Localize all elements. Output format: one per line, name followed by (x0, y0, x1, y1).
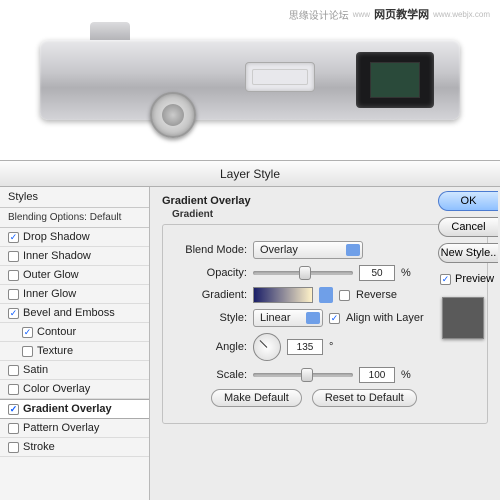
sidebar-item-label: Bevel and Emboss (23, 307, 115, 319)
angle-dial[interactable] (253, 333, 281, 361)
sidebar-checkbox[interactable] (8, 251, 19, 262)
sidebar-checkbox[interactable] (22, 327, 33, 338)
opacity-thumb[interactable] (299, 266, 311, 280)
sidebar-item-label: Pattern Overlay (23, 422, 99, 434)
scale-thumb[interactable] (301, 368, 313, 382)
sidebar-checkbox[interactable] (8, 289, 19, 300)
layer-style-dialog: Layer Style Styles Blending Options: Def… (0, 160, 500, 500)
angle-deg: ° (329, 341, 333, 353)
sidebar-item-label: Satin (23, 364, 48, 376)
reset-default-button[interactable]: Reset to Default (312, 389, 417, 407)
camera-flash-icon (245, 62, 315, 92)
new-style-button[interactable]: New Style.. (438, 243, 498, 263)
sidebar-checkbox[interactable] (8, 270, 19, 281)
sidebar-item-stroke[interactable]: Stroke (0, 438, 149, 457)
sidebar-header[interactable]: Styles (0, 187, 149, 208)
sidebar-item-inner-glow[interactable]: Inner Glow (0, 285, 149, 304)
sidebar-item-bevel-and-emboss[interactable]: Bevel and Emboss (0, 304, 149, 323)
scale-pct: % (401, 369, 411, 381)
sidebar-item-label: Texture (37, 345, 73, 357)
style-select[interactable]: Linear (253, 309, 323, 327)
sidebar-checkbox[interactable] (22, 346, 33, 357)
sidebar-checkbox[interactable] (8, 442, 19, 453)
ok-button[interactable]: OK (438, 191, 498, 211)
styles-sidebar: Styles Blending Options: Default Drop Sh… (0, 187, 150, 500)
make-default-button[interactable]: Make Default (211, 389, 302, 407)
preview-checkbox[interactable] (440, 274, 451, 285)
sidebar-checkbox[interactable] (8, 423, 19, 434)
align-label: Align with Layer (346, 312, 424, 324)
sidebar-item-label: Color Overlay (23, 383, 90, 395)
preview-swatch (442, 297, 484, 339)
angle-label: Angle: (175, 341, 247, 353)
sidebar-item-pattern-overlay[interactable]: Pattern Overlay (0, 419, 149, 438)
sidebar-item-contour[interactable]: Contour (0, 323, 149, 342)
camera-dial-icon (150, 92, 196, 138)
watermark-sep: www (353, 10, 370, 19)
sidebar-checkbox[interactable] (8, 404, 19, 415)
sidebar-item-label: Inner Shadow (23, 250, 91, 262)
sidebar-item-label: Outer Glow (23, 269, 79, 281)
sidebar-checkbox[interactable] (8, 232, 19, 243)
watermark-cn1: 思缘设计论坛 (289, 7, 349, 22)
opacity-value[interactable]: 50 (359, 265, 395, 281)
opacity-slider[interactable] (253, 271, 353, 275)
sidebar-item-texture[interactable]: Texture (0, 342, 149, 361)
sidebar-item-outer-glow[interactable]: Outer Glow (0, 266, 149, 285)
dialog-title: Layer Style (0, 161, 500, 187)
reverse-checkbox[interactable] (339, 290, 350, 301)
sidebar-item-label: Contour (37, 326, 76, 338)
align-checkbox[interactable] (329, 313, 340, 324)
gradient-dropdown-icon[interactable] (319, 287, 333, 303)
reverse-label: Reverse (356, 289, 397, 301)
sidebar-item-label: Gradient Overlay (23, 403, 112, 415)
watermark: 思缘设计论坛 www 网页教学网 www.webjx.com (289, 6, 490, 22)
camera-illustration (0, 0, 500, 160)
camera-body (40, 40, 460, 120)
opacity-pct: % (401, 267, 411, 279)
gradient-swatch[interactable] (253, 287, 313, 303)
sidebar-item-label: Inner Glow (23, 288, 76, 300)
sidebar-checkbox[interactable] (8, 308, 19, 319)
dialog-right-column: OK Cancel New Style.. Preview (438, 191, 500, 339)
scale-slider[interactable] (253, 373, 353, 377)
scale-label: Scale: (175, 369, 247, 381)
scale-value[interactable]: 100 (359, 367, 395, 383)
sidebar-subheader[interactable]: Blending Options: Default (0, 208, 149, 228)
blend-mode-label: Blend Mode: (175, 244, 247, 256)
blend-mode-select[interactable]: Overlay (253, 241, 363, 259)
watermark-cn2: 网页教学网 (374, 6, 429, 22)
sidebar-item-label: Drop Shadow (23, 231, 90, 243)
preview-label: Preview (455, 273, 494, 285)
gradient-label: Gradient: (175, 289, 247, 301)
sidebar-item-color-overlay[interactable]: Color Overlay (0, 380, 149, 399)
angle-value[interactable]: 135 (287, 339, 323, 355)
sidebar-checkbox[interactable] (8, 384, 19, 395)
sidebar-item-satin[interactable]: Satin (0, 361, 149, 380)
opacity-label: Opacity: (175, 267, 247, 279)
sidebar-item-drop-shadow[interactable]: Drop Shadow (0, 228, 149, 247)
cancel-button[interactable]: Cancel (438, 217, 498, 237)
sidebar-item-gradient-overlay[interactable]: Gradient Overlay (0, 399, 149, 419)
watermark-url: www.webjx.com (433, 10, 490, 19)
sidebar-checkbox[interactable] (8, 365, 19, 376)
style-label: Style: (175, 312, 247, 324)
camera-viewfinder-icon (356, 52, 434, 108)
sidebar-item-inner-shadow[interactable]: Inner Shadow (0, 247, 149, 266)
sidebar-item-label: Stroke (23, 441, 55, 453)
